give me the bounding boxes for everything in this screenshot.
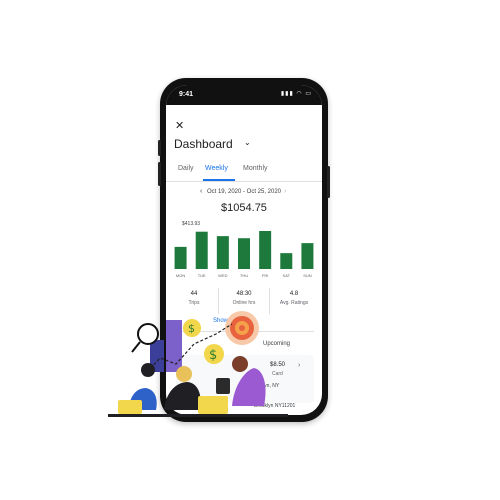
online-hours-value: 48:30: [236, 291, 252, 297]
weekly-total: $1054.75: [221, 202, 267, 214]
finance-team-illustration: $ $: [108, 311, 288, 417]
tab-daily[interactable]: Daily: [178, 165, 194, 172]
chart-bar-sun[interactable]: [301, 243, 314, 269]
chevron-right-icon[interactable]: ›: [284, 188, 286, 195]
date-range: Oct 19, 2020 - Oct 25, 2020: [206, 189, 282, 195]
notch: [200, 85, 288, 102]
chart-bar-sat[interactable]: [280, 253, 293, 269]
chart-tick-label: SUN: [303, 273, 312, 278]
chart-tick-label: MON: [176, 273, 185, 278]
tab-weekly[interactable]: Weekly: [205, 165, 228, 172]
chevron-right-icon[interactable]: ›: [298, 362, 300, 369]
page-title: Dashboard: [174, 137, 233, 151]
power-button: [327, 166, 330, 198]
earnings-bar-chart: MON TUE WED THU FRI SAT SUN $413.93: [174, 221, 314, 278]
chart-tick-label: WED: [218, 273, 227, 278]
tab-monthly[interactable]: Monthly: [243, 165, 268, 172]
chart-bar-mon[interactable]: [174, 246, 187, 269]
svg-text:$: $: [209, 348, 217, 363]
status-bar: 9:41 ▮▮▮ ◠ ▭: [166, 85, 322, 105]
trips-value: 44: [190, 291, 198, 297]
chart-tick-label: THU: [240, 273, 248, 278]
chart-tick-label: SAT: [283, 273, 291, 278]
volume-button: [158, 140, 161, 156]
chart-bar-thu[interactable]: [238, 238, 250, 269]
status-time: 9:41: [179, 91, 194, 98]
chart-bar-wed[interactable]: [216, 236, 229, 269]
svg-text:$: $: [188, 322, 195, 335]
chevron-down-icon[interactable]: ⌄: [244, 138, 251, 147]
chart-data-label: $413.93: [182, 221, 200, 227]
tab-underline: [203, 179, 235, 181]
ratings-value: 4.8: [289, 291, 299, 297]
chart-bar-tue[interactable]: [195, 231, 208, 269]
tab-bar: Daily Weekly Monthly: [166, 159, 322, 182]
close-icon[interactable]: ✕: [175, 119, 184, 132]
chart-tick-label: FRI: [262, 273, 268, 278]
volume-button: [158, 162, 161, 186]
signal-wifi-battery-icon: ▮▮▮ ◠ ▭: [280, 91, 312, 97]
chart-tick-label: TUE: [198, 273, 206, 278]
chart-bar-fri[interactable]: [259, 231, 272, 269]
